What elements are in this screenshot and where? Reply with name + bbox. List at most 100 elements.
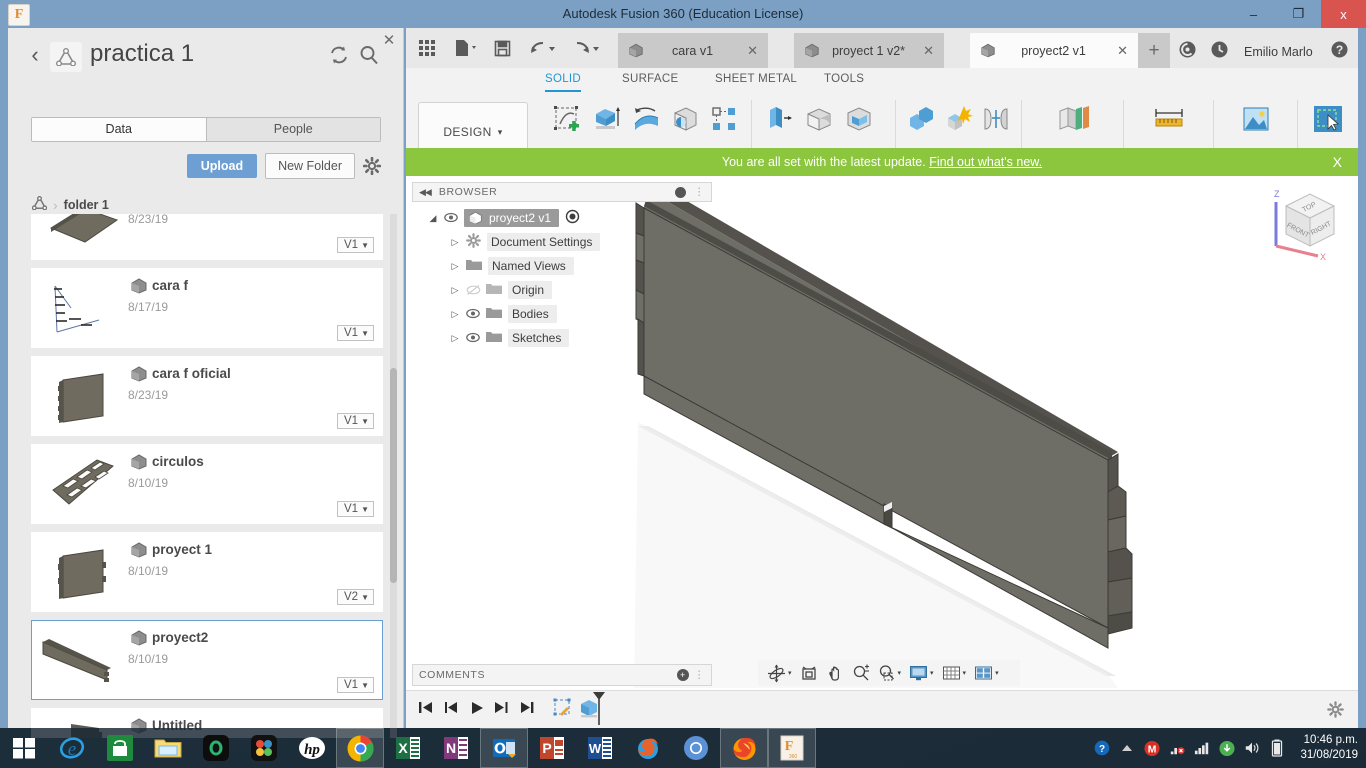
gear-icon[interactable] [1327,701,1344,721]
windows-store-icon[interactable] [96,728,144,768]
tab-data[interactable]: Data [32,118,207,141]
network-error-icon[interactable] [1169,740,1185,756]
word-icon[interactable]: W [576,728,624,768]
sweep-icon[interactable] [668,102,701,136]
gear-icon[interactable] [362,156,382,176]
tab-people[interactable]: People [206,118,380,141]
add-comment-icon[interactable]: + [676,669,689,681]
play-icon[interactable] [470,701,484,718]
new-component-icon[interactable] [943,102,974,136]
extrude-icon[interactable] [589,102,622,136]
close-icon[interactable]: ✕ [1117,43,1128,59]
tab-tools[interactable]: TOOLS [824,68,864,92]
onenote-icon[interactable]: N [432,728,480,768]
help-circle-icon[interactable]: ? [1094,740,1110,756]
shell-icon[interactable] [842,102,876,136]
help-icon[interactable]: ? [1330,38,1349,60]
minimize-button[interactable]: – [1231,0,1276,28]
expander-icon[interactable]: ◢ [428,213,438,224]
internet-explorer-icon[interactable]: e [48,728,96,768]
refresh-icon[interactable] [328,44,352,68]
expander-icon[interactable]: ▷ [450,309,460,320]
job-status-icon[interactable] [1178,38,1197,60]
offset-plane-icon[interactable] [1056,102,1090,136]
outlook-icon[interactable] [480,728,528,768]
windows-start-icon[interactable] [0,728,48,768]
go-to-end-icon[interactable] [520,701,535,717]
activate-radio-icon[interactable] [565,209,580,227]
document-tab-proyect-1[interactable]: proyect 1 v2* ✕ [794,33,944,68]
tree-row-document-settings[interactable]: ▷ Document Settings [428,230,712,254]
firefox-icon[interactable] [720,728,768,768]
file-list-scrollbar[interactable] [390,368,397,583]
tree-row-root[interactable]: ◢ proyect2 v1 [428,206,712,230]
sketch-feature-icon[interactable] [552,697,574,722]
close-icon[interactable]: X [1333,154,1342,170]
file-version-dropdown[interactable]: V2 ▼ [337,589,374,605]
insert-image-icon[interactable] [1239,102,1273,136]
tab-surface[interactable]: SURFACE [622,68,678,92]
file-explorer-icon[interactable] [144,728,192,768]
file-version-dropdown[interactable]: V1 ▼ [337,413,374,429]
hp-support-icon[interactable]: hp [288,728,336,768]
tab-sheet-metal[interactable]: SHEET METAL [715,68,797,92]
maximize-button[interactable]: ❐ [1276,0,1321,28]
document-tab-cara-v1[interactable]: cara v1 ✕ [618,33,768,68]
pattern-icon[interactable] [708,102,741,136]
list-item[interactable]: cara f oficial 8/23/19 V1 ▼ [31,356,383,436]
resize-grip-icon[interactable]: ⋮ [694,669,705,681]
step-forward-icon[interactable] [494,701,509,717]
update-icon[interactable] [1219,740,1235,756]
close-icon[interactable]: ✕ [747,43,758,59]
orbit-icon[interactable]: ▾ [764,664,795,683]
puzzle-app-icon[interactable] [240,728,288,768]
powerpoint-icon[interactable]: P [528,728,576,768]
close-icon[interactable]: ✕ [923,43,934,59]
viewports-icon[interactable]: ▾ [971,665,1002,682]
timeline-marker-icon[interactable] [592,691,606,728]
google-chrome-icon[interactable] [336,728,384,768]
look-at-icon[interactable] [797,664,821,682]
user-name[interactable]: Emilio Marlo [1244,41,1313,63]
eye-icon[interactable] [444,212,458,224]
firefox-old-icon[interactable] [624,728,672,768]
component-chip[interactable]: proyect2 v1 [464,209,560,227]
show-hidden-icons-icon[interactable] [1119,740,1135,756]
collapse-left-icon[interactable]: ◀◀ [419,187,432,198]
go-to-beginning-icon[interactable] [418,701,433,717]
press-pull-icon[interactable] [762,102,796,136]
list-item[interactable]: proyect2 8/10/19 V1 ▼ [31,620,383,700]
comments-bar[interactable]: COMMENTS + ⋮ [412,664,712,686]
new-folder-button[interactable]: New Folder [265,153,355,179]
tree-item-label-chip[interactable]: Named Views [488,257,574,275]
tree-item-label-chip[interactable]: Bodies [508,305,557,323]
list-item[interactable]: cara 2 8/23/19 V1▼ [31,214,383,260]
step-back-icon[interactable] [444,701,459,717]
gmail-icon[interactable]: M [1144,740,1160,756]
resize-grip-icon[interactable]: ⋮ [694,186,705,198]
signal-bars-icon[interactable] [1194,740,1210,756]
measure-icon[interactable] [1152,102,1186,136]
eye-icon[interactable] [466,332,480,344]
3d-viewport[interactable]: ◀◀ BROWSER ⋮ ◢ proyect2 v1 ▷ Document Se… [406,176,1358,690]
back-button[interactable]: ‹ [22,42,48,70]
tree-item-label-chip[interactable]: Origin [508,281,553,299]
undo-icon[interactable] [530,37,558,59]
volume-icon[interactable] [1244,740,1260,756]
chromium-icon[interactable] [672,728,720,768]
expander-icon[interactable]: ▷ [450,261,460,272]
revolve-icon[interactable] [629,102,662,136]
app-grid-icon[interactable] [418,37,436,59]
list-item[interactable]: circulos 8/10/19 V1 ▼ [31,444,383,524]
add-tab-button[interactable]: + [1138,33,1170,68]
battery-icon[interactable] [1269,739,1285,757]
create-sketch-icon[interactable] [550,102,583,136]
excel-icon[interactable]: X [384,728,432,768]
tree-row-bodies[interactable]: ▷ Bodies [428,302,712,326]
upload-button[interactable]: Upload [186,154,258,178]
view-cube[interactable]: TOP FRONT RIGHT Z X [1258,184,1344,262]
fusion-360-icon[interactable]: F 360 [768,728,816,768]
zoom-window-icon[interactable]: ▾ [875,664,905,682]
tree-row-origin[interactable]: ▷ Origin [428,278,712,302]
pan-icon[interactable] [823,664,847,682]
